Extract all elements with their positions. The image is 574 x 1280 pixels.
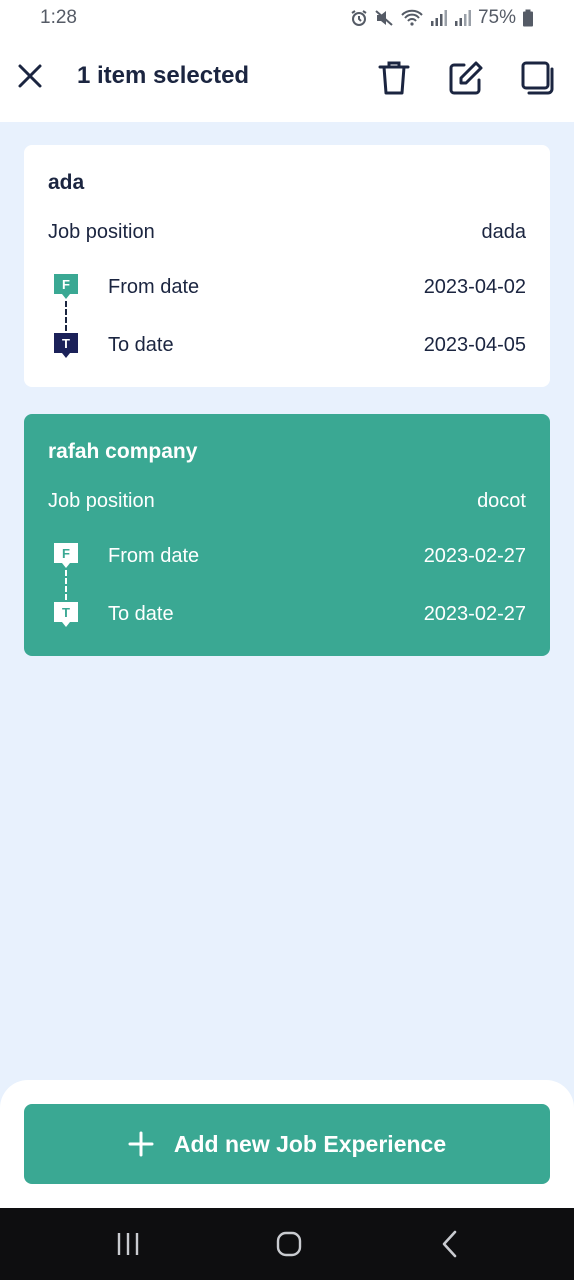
status-icons: 75% [350, 7, 534, 29]
back-button[interactable] [430, 1228, 470, 1260]
job-position-label: Job position [48, 490, 155, 512]
from-marker-icon: F [52, 272, 80, 302]
copy-icon [521, 61, 554, 95]
date-connector [65, 570, 67, 600]
status-time: 1:28 [40, 7, 77, 28]
from-date-label: From date [108, 276, 200, 298]
add-job-experience-button[interactable]: Add new Job Experience [24, 1104, 550, 1184]
battery-percent: 75% [477, 7, 516, 28]
company-name: rafah company [48, 440, 198, 463]
mute-icon [375, 10, 393, 26]
app-bar: 1 item selected [0, 36, 574, 122]
plus-icon [128, 1131, 154, 1157]
to-marker-icon: T [52, 331, 80, 361]
recent-apps-icon [117, 1233, 139, 1255]
home-icon [276, 1231, 302, 1257]
bottom-sheet: Add new Job Experience [0, 1080, 574, 1208]
signal-icon [454, 10, 471, 26]
close-icon [18, 64, 42, 88]
edit-icon [449, 61, 483, 95]
recent-apps-button[interactable] [108, 1228, 148, 1260]
from-date-label: From date [108, 545, 200, 567]
job-position-value: dada [481, 221, 527, 243]
system-nav-bar [0, 1208, 574, 1280]
add-button-label: Add new Job Experience [173, 1130, 447, 1157]
page-title: 1 item selected [77, 62, 250, 89]
to-date-label: To date [108, 334, 174, 356]
job-position-label: Job position [48, 221, 155, 243]
copy-button[interactable] [518, 58, 558, 98]
date-connector [65, 301, 67, 331]
trash-icon [378, 61, 410, 95]
to-marker-letter: T [62, 336, 70, 351]
from-marker-letter: F [62, 546, 70, 561]
company-name: ada [48, 171, 85, 194]
edit-button[interactable] [446, 58, 486, 98]
wifi-icon [401, 9, 423, 26]
from-date-value: 2023-04-02 [423, 276, 526, 298]
back-icon [442, 1230, 457, 1258]
from-marker-letter: F [62, 277, 70, 292]
experience-card[interactable]: ada Job position dada F From date 2023-0… [24, 145, 550, 387]
delete-button[interactable] [374, 58, 414, 98]
close-button[interactable] [14, 60, 46, 92]
experience-card-selected[interactable]: rafah company Job position docot F From … [24, 414, 550, 656]
battery-icon [523, 9, 533, 27]
home-button[interactable] [269, 1228, 309, 1260]
from-date-value: 2023-02-27 [423, 545, 526, 567]
signal-icon [430, 10, 447, 26]
to-marker-icon: T [52, 600, 80, 630]
alarm-icon [351, 10, 367, 26]
job-position-value: docot [477, 490, 526, 512]
to-marker-letter: T [62, 605, 70, 620]
to-date-value: 2023-04-05 [423, 334, 526, 356]
from-marker-icon: F [52, 541, 80, 571]
to-date-label: To date [108, 603, 174, 625]
status-bar: 1:28 75% [0, 0, 574, 36]
to-date-value: 2023-02-27 [423, 603, 526, 625]
